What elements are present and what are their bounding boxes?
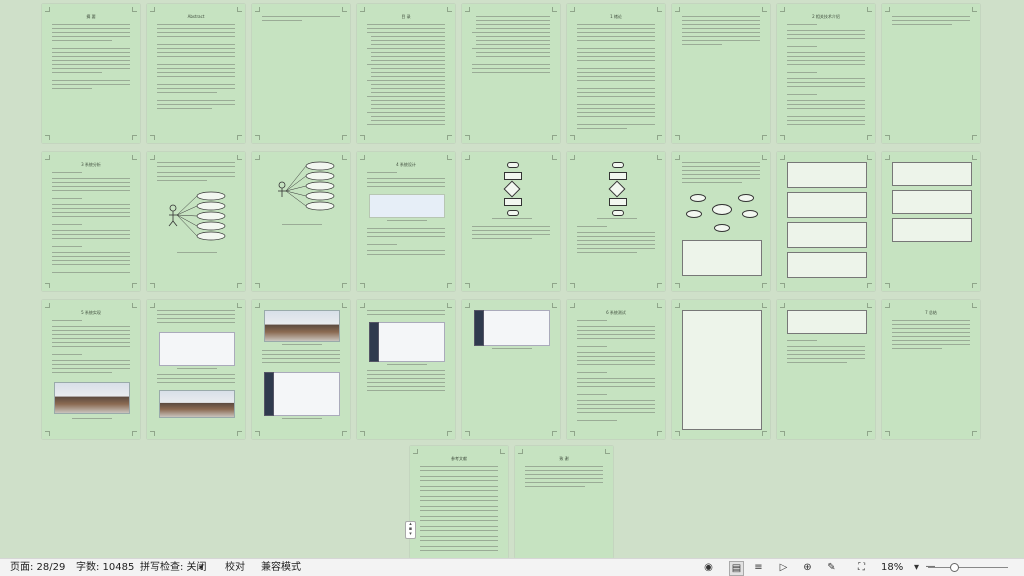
chevron-down-icon[interactable]: ▾ bbox=[199, 561, 203, 574]
zoom-out-icon[interactable]: — bbox=[924, 560, 937, 573]
spell-check-toggle[interactable]: 拼写检查: 关闭 bbox=[140, 561, 207, 574]
word-count[interactable]: 字数: 10485 bbox=[76, 561, 134, 574]
use-case-diagram bbox=[168, 191, 226, 241]
page-16[interactable] bbox=[672, 152, 770, 291]
page-22[interactable] bbox=[357, 300, 455, 439]
page-4[interactable]: 目 录 bbox=[357, 4, 455, 143]
page-title: 6 系统测试 bbox=[606, 310, 626, 315]
page-19[interactable]: 5 系统实现 bbox=[42, 300, 140, 439]
page-title: 3 系统分析 bbox=[81, 162, 101, 167]
page-indicator[interactable]: 页面: 28/29 bbox=[10, 561, 65, 574]
page-8[interactable]: 2 相关技术介绍 bbox=[777, 4, 875, 143]
list-icon[interactable]: ≡ bbox=[752, 561, 765, 574]
zoom-slider[interactable] bbox=[928, 567, 1008, 568]
play-icon[interactable]: ▷ bbox=[777, 561, 790, 574]
page-12[interactable] bbox=[252, 152, 350, 291]
page-title: 5 系统实现 bbox=[81, 310, 101, 315]
page-27[interactable]: 7 总结 bbox=[882, 300, 980, 439]
page-25[interactable] bbox=[672, 300, 770, 439]
page-21[interactable] bbox=[252, 300, 350, 439]
page-title: 4 系统设计 bbox=[396, 162, 416, 167]
page-20[interactable] bbox=[147, 300, 245, 439]
page-29[interactable]: 致 谢 bbox=[515, 446, 613, 558]
page-6[interactable]: 1 绪论 bbox=[567, 4, 665, 143]
page-title: 目 录 bbox=[401, 14, 411, 19]
status-bar: 页面: 28/29 字数: 10485 拼写检查: 关闭 ▾ 校对 兼容模式 ◉… bbox=[0, 558, 1024, 576]
page-10[interactable]: 3 系统分析 bbox=[42, 152, 140, 291]
page-18[interactable] bbox=[882, 152, 980, 291]
reading-mode-icon[interactable]: ▤ bbox=[729, 561, 744, 576]
page-5[interactable] bbox=[462, 4, 560, 143]
proofread-button[interactable]: 校对 bbox=[225, 561, 245, 574]
page-title: 摘 要 bbox=[86, 14, 96, 19]
page-15[interactable] bbox=[567, 152, 665, 291]
page-1[interactable]: 摘 要 bbox=[42, 4, 140, 143]
fit-page-icon[interactable]: ⛶ bbox=[855, 561, 868, 574]
web-icon[interactable]: ⊕ bbox=[801, 561, 814, 574]
page-23[interactable] bbox=[462, 300, 560, 439]
page-24[interactable]: 6 系统测试 bbox=[567, 300, 665, 439]
page-title: 致 谢 bbox=[559, 456, 569, 461]
page-7[interactable] bbox=[672, 4, 770, 143]
page-title: Abstract bbox=[187, 14, 205, 19]
page-17[interactable] bbox=[777, 152, 875, 291]
compat-mode-label: 兼容模式 bbox=[261, 562, 301, 573]
page-9[interactable] bbox=[882, 4, 980, 143]
page-11[interactable] bbox=[147, 152, 245, 291]
pen-icon[interactable]: ✎ bbox=[825, 561, 838, 574]
eye-icon[interactable]: ◉ bbox=[702, 561, 715, 574]
page-title: 1 绪论 bbox=[610, 14, 622, 19]
zoom-level[interactable]: 18% bbox=[881, 561, 903, 574]
chevron-down-icon[interactable]: ▾ bbox=[910, 561, 923, 574]
page-2[interactable]: Abstract bbox=[147, 4, 245, 143]
page-14[interactable] bbox=[462, 152, 560, 291]
page-13[interactable]: 4 系统设计 bbox=[357, 152, 455, 291]
document-canvas[interactable]: 摘 要 Abstract 目 录 1 绪论 2 相关技术介绍 3 系统分析 4 … bbox=[0, 0, 1024, 558]
zoom-slider-handle[interactable] bbox=[950, 563, 959, 572]
use-case-diagram bbox=[278, 161, 335, 211]
page-nav-widget[interactable]: ▴ ▪ ▾ bbox=[405, 521, 416, 539]
page-26[interactable] bbox=[777, 300, 875, 439]
page-title: 参考文献 bbox=[451, 456, 467, 461]
page-3[interactable] bbox=[252, 4, 350, 143]
page-28[interactable]: 参考文献 bbox=[410, 446, 508, 558]
page-title: 7 总结 bbox=[925, 310, 937, 315]
page-title: 2 相关技术介绍 bbox=[812, 14, 840, 19]
